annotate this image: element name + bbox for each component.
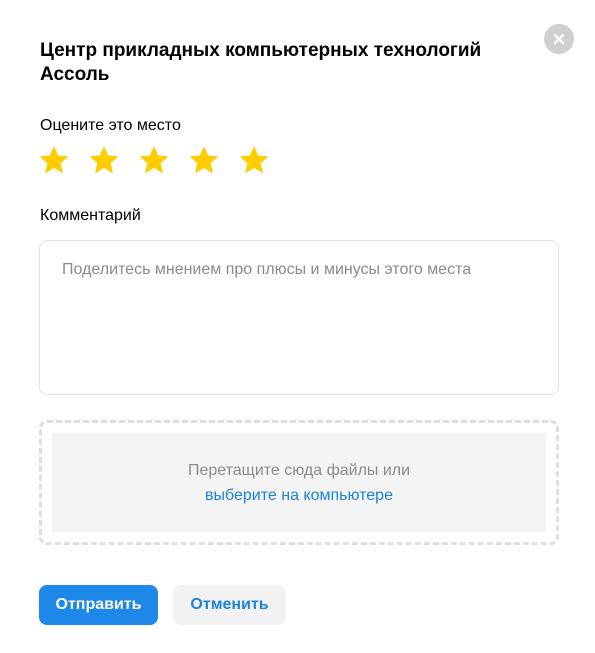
dropzone-area: Перетащите сюда файлы или выберите на ко…	[52, 433, 546, 532]
cancel-button[interactable]: Отменить	[173, 585, 286, 625]
choose-file-link[interactable]: выберите на компьютере	[205, 483, 393, 508]
close-button[interactable]	[544, 24, 574, 54]
file-dropzone[interactable]: Перетащите сюда файлы или выберите на ко…	[39, 420, 559, 545]
star-rating	[38, 144, 270, 176]
comment-label: Комментарий	[40, 207, 141, 224]
star-icon[interactable]	[238, 144, 270, 176]
submit-button[interactable]: Отправить	[39, 585, 158, 625]
close-icon	[553, 33, 565, 45]
dropzone-hint: Перетащите сюда файлы или	[187, 461, 411, 479]
review-modal: Центр прикладных компьютерных технологий…	[0, 0, 595, 653]
place-title: Центр прикладных компьютерных технологий…	[40, 40, 482, 85]
star-icon[interactable]	[88, 144, 120, 176]
star-icon[interactable]	[38, 144, 70, 176]
comment-input[interactable]	[39, 240, 559, 395]
star-icon[interactable]	[188, 144, 220, 176]
star-icon[interactable]	[138, 144, 170, 176]
rating-label: Оцените это место	[40, 117, 181, 134]
